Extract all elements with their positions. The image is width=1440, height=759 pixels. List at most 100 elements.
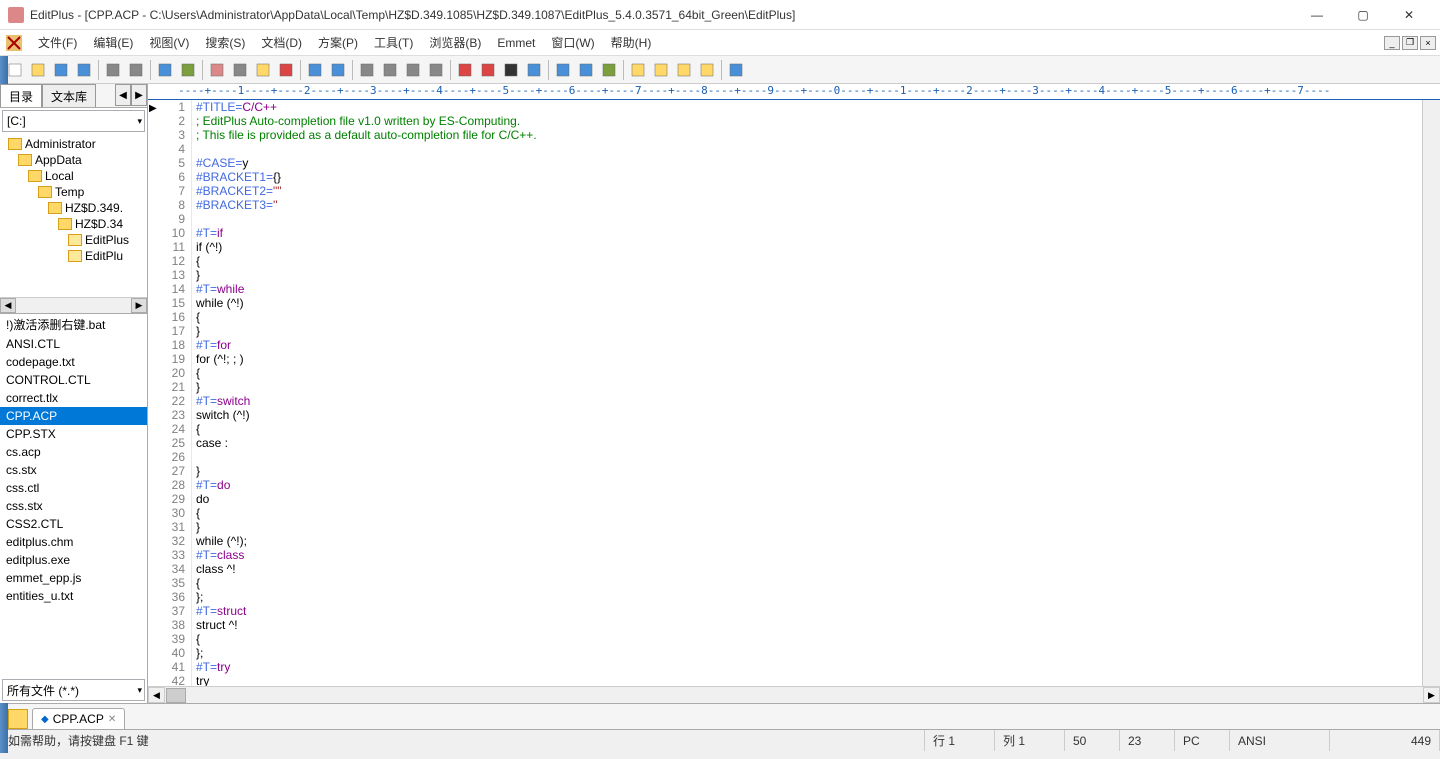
code-line[interactable]: #T=class <box>196 548 1422 562</box>
copy-button[interactable] <box>229 59 251 81</box>
code-line[interactable]: }; <box>196 646 1422 660</box>
menu-9[interactable]: 窗口(W) <box>543 30 602 56</box>
code-line[interactable]: #T=switch <box>196 394 1422 408</box>
print-button[interactable] <box>102 59 124 81</box>
code-line[interactable]: switch (^!) <box>196 408 1422 422</box>
wrap-button[interactable] <box>523 59 545 81</box>
maximize-button[interactable]: ▢ <box>1340 0 1386 30</box>
code-line[interactable]: class ^! <box>196 562 1422 576</box>
ftp-button[interactable] <box>177 59 199 81</box>
code-line[interactable]: for (^!; ; ) <box>196 352 1422 366</box>
tree-item[interactable]: HZ$D.34 <box>0 216 147 232</box>
menu-4[interactable]: 文档(D) <box>253 30 310 56</box>
menu-8[interactable]: Emmet <box>489 30 543 56</box>
menu-2[interactable]: 视图(V) <box>141 30 197 56</box>
code-line[interactable]: } <box>196 324 1422 338</box>
folder-tree[interactable]: AdministratorAppDataLocalTempHZ$D.349.HZ… <box>0 134 147 314</box>
code-line[interactable]: #T=struct <box>196 604 1422 618</box>
file-item[interactable]: cs.stx <box>0 461 147 479</box>
delete-button[interactable] <box>275 59 297 81</box>
file-filter[interactable]: 所有文件 (*.*) ▾ <box>2 679 145 701</box>
code-line[interactable]: while (^!); <box>196 534 1422 548</box>
tree-item[interactable]: EditPlu <box>0 248 147 264</box>
code-line[interactable]: case : <box>196 436 1422 450</box>
menu-7[interactable]: 浏览器(B) <box>421 30 489 56</box>
code-line[interactable]: { <box>196 254 1422 268</box>
undo-button[interactable] <box>304 59 326 81</box>
file-item[interactable]: CSS2.CTL <box>0 515 147 533</box>
sidebar-tab-directory[interactable]: 目录 <box>0 84 42 107</box>
code-line[interactable]: } <box>196 520 1422 534</box>
file-item[interactable]: entities_u.txt <box>0 587 147 605</box>
scroll-right-button[interactable]: ▶ <box>1423 687 1440 703</box>
file-item[interactable]: codepage.txt <box>0 353 147 371</box>
code-line[interactable]: { <box>196 632 1422 646</box>
open-button[interactable] <box>27 59 49 81</box>
font-dec-button[interactable] <box>454 59 476 81</box>
menu-3[interactable]: 搜索(S) <box>197 30 253 56</box>
saveall-button[interactable] <box>73 59 95 81</box>
win3-button[interactable] <box>673 59 695 81</box>
folder-icon[interactable] <box>8 709 28 729</box>
drive-selector[interactable]: [C:] ▾ <box>2 110 145 132</box>
code-line[interactable] <box>196 212 1422 226</box>
menu-6[interactable]: 工具(T) <box>366 30 421 56</box>
code-line[interactable]: #T=if <box>196 226 1422 240</box>
tree-item[interactable]: Local <box>0 168 147 184</box>
code-line[interactable]: }; <box>196 590 1422 604</box>
save-button[interactable] <box>50 59 72 81</box>
code-line[interactable] <box>196 142 1422 156</box>
code-content[interactable]: #TITLE=C/C++; EditPlus Auto-completion f… <box>192 100 1422 686</box>
font-button[interactable] <box>477 59 499 81</box>
tree-item[interactable]: HZ$D.349. <box>0 200 147 216</box>
code-line[interactable]: } <box>196 464 1422 478</box>
code-line[interactable]: try <box>196 674 1422 686</box>
code-line[interactable]: } <box>196 268 1422 282</box>
code-line[interactable]: ; This file is provided as a default aut… <box>196 128 1422 142</box>
tree-item[interactable]: AppData <box>0 152 147 168</box>
code-line[interactable]: #BRACKET3='' <box>196 198 1422 212</box>
mdi-close-button[interactable]: × <box>1420 36 1436 50</box>
code-line[interactable]: { <box>196 422 1422 436</box>
mdi-minimize-button[interactable]: _ <box>1384 36 1400 50</box>
help-button[interactable] <box>725 59 747 81</box>
code-line[interactable]: { <box>196 576 1422 590</box>
scroll-right-button[interactable]: ▶ <box>131 298 147 313</box>
document-tab[interactable]: ◆ CPP.ACP ✕ <box>32 708 125 729</box>
tree-item[interactable]: Temp <box>0 184 147 200</box>
file-item[interactable]: editplus.exe <box>0 551 147 569</box>
code-line[interactable]: #BRACKET1={} <box>196 170 1422 184</box>
code-line[interactable]: ; EditPlus Auto-completion file v1.0 wri… <box>196 114 1422 128</box>
code-line[interactable]: #T=for <box>196 338 1422 352</box>
win2-button[interactable] <box>650 59 672 81</box>
paste-button[interactable] <box>252 59 274 81</box>
indent-button[interactable] <box>552 59 574 81</box>
file-item[interactable]: cs.acp <box>0 443 147 461</box>
minimize-button[interactable]: — <box>1294 0 1340 30</box>
file-item[interactable]: CPP.ACP <box>0 407 147 425</box>
goto-button[interactable] <box>425 59 447 81</box>
tree-item[interactable]: EditPlus <box>0 232 147 248</box>
menu-0[interactable]: 文件(F) <box>30 30 85 56</box>
spell-button[interactable] <box>598 59 620 81</box>
file-item[interactable]: ANSI.CTL <box>0 335 147 353</box>
cut-button[interactable] <box>206 59 228 81</box>
code-line[interactable]: #TITLE=C/C++ <box>196 100 1422 114</box>
tree-hscroll[interactable]: ◀ ▶ <box>0 297 147 313</box>
vertical-scrollbar[interactable] <box>1422 100 1440 686</box>
scroll-left-button[interactable]: ◀ <box>148 687 165 703</box>
code-line[interactable]: do <box>196 492 1422 506</box>
win1-button[interactable] <box>627 59 649 81</box>
menu-5[interactable]: 方案(P) <box>310 30 366 56</box>
sidebar-nav-left[interactable]: ◀ <box>115 84 131 106</box>
file-item[interactable]: CPP.STX <box>0 425 147 443</box>
tab-close-button[interactable]: ✕ <box>108 714 116 725</box>
code-line[interactable] <box>196 450 1422 464</box>
file-item[interactable]: css.ctl <box>0 479 147 497</box>
file-item[interactable]: CONTROL.CTL <box>0 371 147 389</box>
code-line[interactable]: { <box>196 366 1422 380</box>
code-line[interactable]: { <box>196 310 1422 324</box>
code-line[interactable]: if (^!) <box>196 240 1422 254</box>
menu-1[interactable]: 编辑(E) <box>85 30 141 56</box>
new-button[interactable] <box>4 59 26 81</box>
